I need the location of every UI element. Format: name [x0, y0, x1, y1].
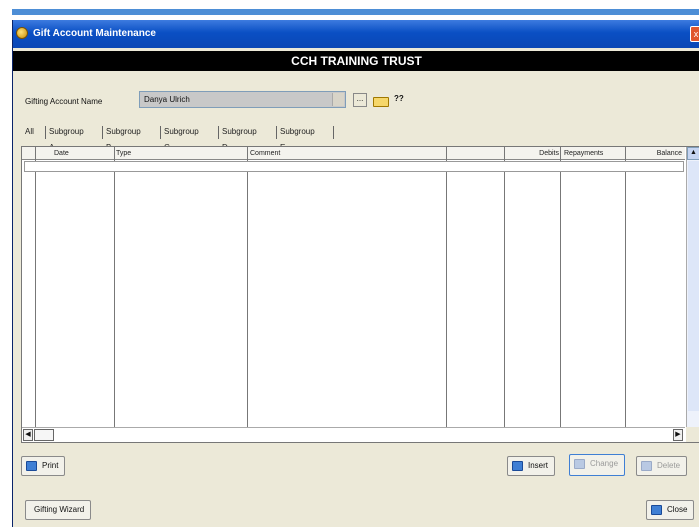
window-title: Gift Account Maintenance	[33, 28, 156, 39]
scroll-left-icon[interactable]: ◀	[23, 429, 33, 441]
company-banner: CCH TRAINING TRUST	[13, 51, 699, 71]
tab-divider	[45, 126, 46, 139]
delete-icon	[641, 461, 652, 471]
change-label: Change	[590, 459, 619, 468]
column-header-comment[interactable]: Comment	[248, 147, 444, 160]
vertical-scrollbar[interactable]: ▲	[686, 147, 699, 427]
folder-icon[interactable]	[373, 97, 389, 107]
tab-divider	[333, 126, 334, 139]
close-window-button[interactable]: x	[690, 26, 699, 42]
print-button[interactable]: Print	[21, 456, 66, 476]
tab-subgroup-d[interactable]: Subgroup D	[220, 124, 259, 152]
tab-subgroup-a[interactable]: Subgroup A	[47, 124, 86, 152]
column-header-date[interactable]: Date	[52, 147, 122, 160]
transactions-grid[interactable]: Date Type Comment Debits Repayments Bala…	[21, 146, 699, 443]
column-divider	[446, 147, 447, 427]
insert-icon	[512, 461, 523, 471]
tab-divider	[218, 126, 219, 139]
close-button[interactable]: Close	[646, 500, 695, 520]
tab-subgroup-e[interactable]: Subgroup E	[278, 124, 317, 152]
column-divider	[504, 147, 505, 427]
gifting-account-label: Gifting Account Name	[25, 97, 103, 106]
column-divider	[114, 147, 115, 427]
gifting-account-combo[interactable]: Danya Ulrich	[139, 91, 346, 108]
desktop-bar	[12, 9, 699, 15]
insert-button[interactable]: Insert	[507, 456, 556, 476]
tab-all[interactable]: All	[23, 124, 36, 140]
column-header-type[interactable]: Type	[114, 147, 244, 160]
tab-subgroup-c[interactable]: Subgroup C	[162, 124, 201, 152]
column-divider	[625, 147, 626, 427]
scroll-up-icon[interactable]: ▲	[687, 147, 699, 160]
vertical-scroll-thumb[interactable]	[688, 161, 699, 411]
gifting-wizard-button[interactable]: Gifting Wizard	[25, 500, 92, 520]
browse-account-button[interactable]: ...	[353, 93, 367, 107]
insert-label: Insert	[528, 461, 549, 470]
column-divider	[560, 147, 561, 427]
table-row[interactable]	[24, 161, 684, 172]
print-icon	[26, 461, 37, 471]
app-icon	[16, 27, 28, 39]
delete-label: Delete	[657, 461, 681, 470]
tab-subgroup-b[interactable]: Subgroup B	[104, 124, 143, 152]
column-header-repayments[interactable]: Repayments	[562, 147, 627, 160]
print-label: Print	[42, 461, 59, 470]
gift-account-window: Gift Account Maintenance x CCH TRAINING …	[12, 20, 699, 527]
close-label: Close	[667, 505, 688, 514]
tab-divider	[102, 126, 103, 139]
tab-divider	[160, 126, 161, 139]
tab-divider	[276, 126, 277, 139]
change-button[interactable]: Change	[569, 454, 626, 476]
close-icon	[651, 505, 662, 515]
scrollbar-corner	[686, 427, 699, 442]
column-header-debits[interactable]: Debits	[506, 147, 561, 160]
gifting-wizard-label: Gifting Wizard	[34, 505, 85, 514]
chevron-down-icon[interactable]	[332, 93, 344, 106]
gifting-account-value: Danya Ulrich	[144, 95, 190, 104]
column-header-balance[interactable]: Balance	[628, 147, 684, 160]
column-header-blank[interactable]	[447, 147, 502, 160]
horizontal-scrollbar[interactable]: ◀ ▶	[22, 427, 685, 442]
scroll-right-icon[interactable]: ▶	[673, 429, 683, 441]
delete-button[interactable]: Delete	[636, 456, 688, 476]
grid-header: Date Type Comment Debits Repayments Bala…	[22, 147, 685, 160]
change-icon	[574, 459, 585, 469]
account-flag: ??	[394, 94, 404, 103]
horizontal-scroll-thumb[interactable]	[34, 429, 54, 441]
title-bar[interactable]: Gift Account Maintenance x	[13, 20, 699, 48]
column-divider	[247, 147, 248, 427]
column-divider	[35, 147, 36, 427]
